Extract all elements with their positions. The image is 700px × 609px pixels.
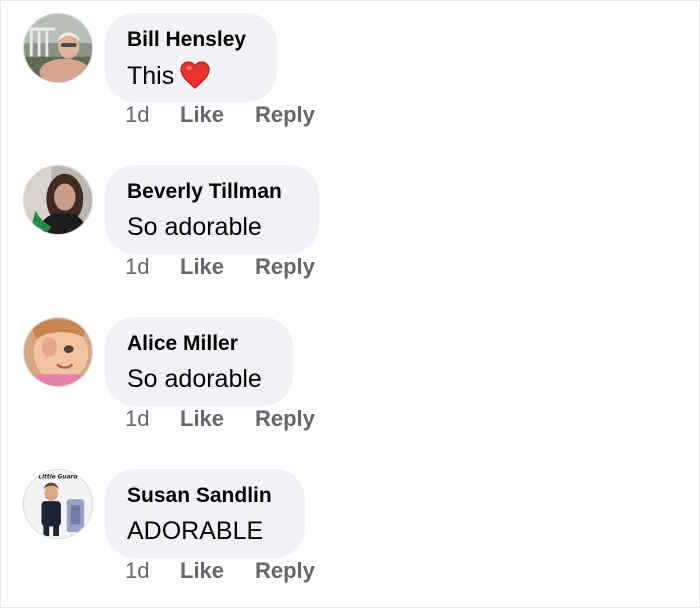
like-button[interactable]: Like [180,254,224,280]
comment-timestamp[interactable]: 1d [125,558,149,584]
reply-button[interactable]: Reply [255,102,315,128]
avatar[interactable] [23,13,93,83]
comment-author[interactable]: Bill Hensley [127,28,246,52]
reply-button[interactable]: Reply [255,254,315,280]
comment-author[interactable]: Susan Sandlin [127,484,272,508]
comment-text: So adorable [127,213,262,241]
reply-button[interactable]: Reply [255,406,315,432]
comment-item: Bill Hensley This 1d Like Reply [1,1,700,153]
comment-timestamp[interactable]: 1d [125,254,149,280]
red-heart-icon [180,61,210,96]
comment-bubble: Beverly Tillman So adorable [105,165,319,254]
comment-author[interactable]: Alice Miller [127,332,238,356]
comment-timestamp[interactable]: 1d [125,102,149,128]
like-button[interactable]: Like [180,102,224,128]
like-button[interactable]: Like [180,558,224,584]
avatar[interactable]: Little Guard [23,469,93,539]
comment-text: ADORABLE [127,517,264,545]
avatar[interactable] [23,165,93,235]
comment-timestamp[interactable]: 1d [125,406,149,432]
comment-text-content: This [127,62,175,90]
comment-text: So adorable [127,365,262,393]
comment-item: Beverly Tillman So adorable 1d Like Repl… [1,153,700,305]
like-button[interactable]: Like [180,406,224,432]
comment-author[interactable]: Beverly Tillman [127,180,282,204]
comment-bubble: Susan Sandlin ADORABLE [105,469,305,558]
avatar[interactable] [23,317,93,387]
comment-item: Little Guard Susan Sandlin ADORABLE 1d L… [1,457,700,609]
reply-button[interactable]: Reply [255,558,315,584]
avatar-caption: Little Guard [38,475,78,481]
comment-bubble: Bill Hensley This [105,13,277,102]
comment-thread: Bill Hensley This 1d Like Reply Beverly … [0,0,700,608]
comment-item: Alice Miller So adorable 1d Like Reply [1,305,700,457]
comment-bubble: Alice Miller So adorable [105,317,293,406]
comment-text: This [127,61,210,96]
